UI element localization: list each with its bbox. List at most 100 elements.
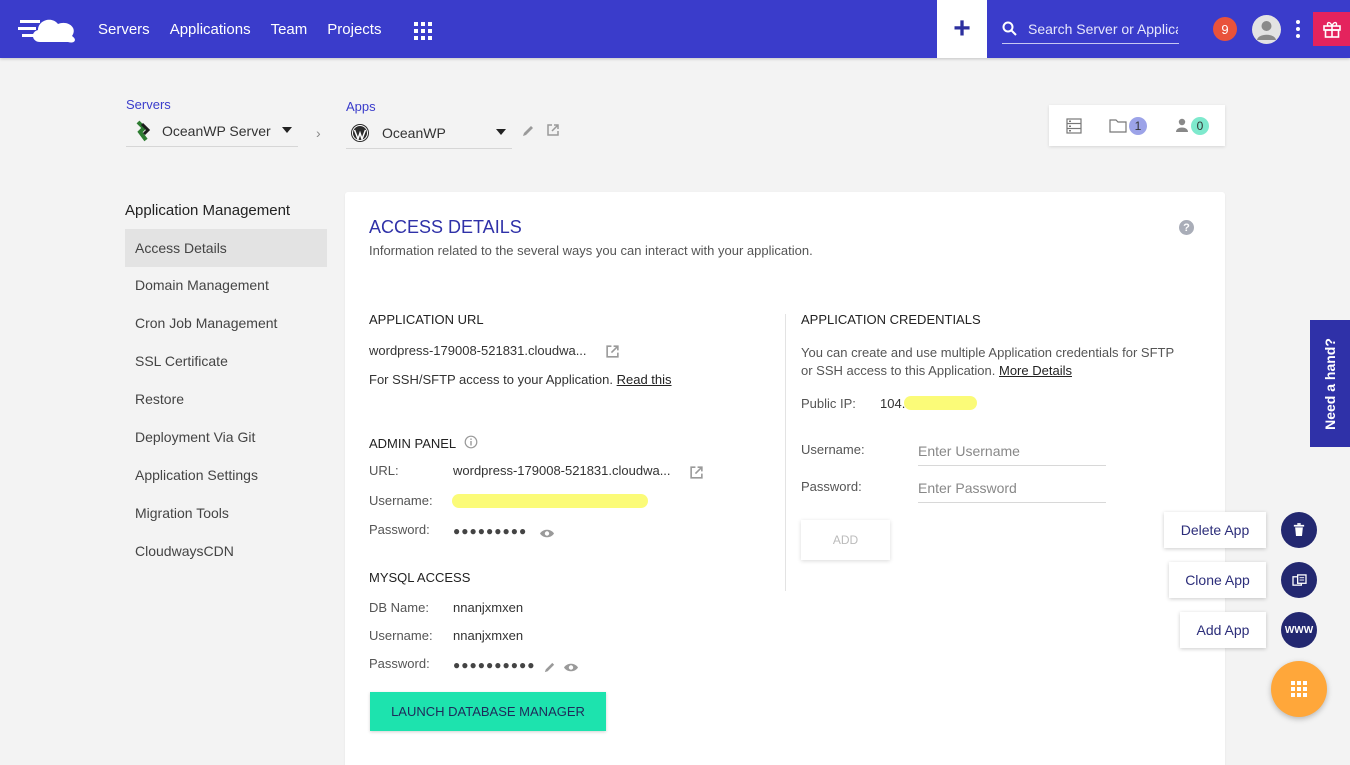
credentials-heading: APPLICATION CREDENTIALS (801, 312, 981, 327)
help-icon[interactable]: ? (1179, 220, 1194, 235)
trash-icon[interactable] (1281, 512, 1317, 548)
app-url-link[interactable]: wordpress-179008-521831.cloudwa... (369, 343, 587, 358)
nav-servers[interactable]: Servers (98, 21, 150, 38)
search-input[interactable] (1028, 18, 1178, 40)
sidebar-item-restore[interactable]: Restore (125, 380, 327, 418)
search-bar (1002, 14, 1179, 44)
credentials-text: or SSH access to this Application. (801, 363, 996, 378)
eye-icon[interactable] (563, 662, 579, 673)
search-icon (1002, 21, 1017, 36)
server-name: OceanWP Server (162, 122, 271, 139)
server-list-icon[interactable] (1066, 118, 1082, 134)
servers-label: Servers (126, 97, 171, 112)
app-name: OceanWP (382, 124, 446, 141)
server-select[interactable]: OceanWP Server (126, 115, 298, 147)
chevron-right-icon: › (316, 125, 321, 141)
user-icon[interactable] (1175, 118, 1189, 133)
access-details-card: ACCESS DETAILS Information related to th… (345, 192, 1225, 765)
cred-password-label: Password: (801, 479, 862, 494)
sidebar-item-migration-tools[interactable]: Migration Tools (125, 494, 327, 532)
wordpress-icon (351, 123, 369, 142)
admin-username-redacted (452, 494, 648, 508)
cred-password-field (918, 473, 1106, 503)
admin-username-label: Username: (369, 493, 433, 508)
avatar[interactable] (1252, 15, 1281, 44)
sidebar-item-domain-management[interactable]: Domain Management (125, 266, 327, 304)
mysql-heading: MYSQL ACCESS (369, 570, 471, 585)
cred-password-input[interactable] (918, 473, 1106, 502)
cloudways-logo-icon[interactable] (18, 12, 80, 46)
db-username-value: nnanjxmxen (453, 628, 524, 643)
need-a-hand-tab[interactable]: Need a hand? (1310, 320, 1350, 447)
public-ip-redacted (904, 396, 977, 410)
credentials-text-line2: or SSH access to this Application. More … (801, 363, 1072, 378)
edit-pencil-icon[interactable] (521, 124, 535, 138)
app-select[interactable]: OceanWP (346, 117, 512, 149)
page-subtitle: Information related to the several ways … (369, 243, 813, 258)
sidebar-title: Application Management (125, 202, 291, 219)
admin-password-value: ●●●●●●●●● (453, 524, 528, 538)
folder-icon[interactable] (1109, 118, 1127, 133)
credentials-text-line1: You can create and use multiple Applicat… (801, 345, 1175, 360)
public-ip-value: 104. (880, 396, 906, 411)
info-icon[interactable] (464, 435, 478, 449)
admin-url-link[interactable]: wordpress-179008-521831.cloudwa... (453, 463, 671, 478)
external-link-icon[interactable] (546, 123, 560, 137)
page-title: ACCESS DETAILS (369, 217, 522, 237)
main-nav: Servers Applications Team Projects (98, 0, 381, 58)
nav-projects[interactable]: Projects (327, 21, 381, 38)
public-ip-label: Public IP: (801, 396, 856, 411)
sidebar-item-cron-job-management[interactable]: Cron Job Management (125, 304, 327, 342)
user-icon (1257, 21, 1276, 40)
apps-grid-icon[interactable] (414, 22, 432, 40)
db-password-value: ●●●●●●●●●● (453, 658, 536, 672)
gift-icon[interactable] (1313, 12, 1350, 46)
sidebar-item-ssl-certificate[interactable]: SSL Certificate (125, 342, 327, 380)
nav-applications[interactable]: Applications (170, 21, 251, 38)
edit-pencil-icon[interactable] (543, 661, 556, 674)
add-button[interactable]: + (937, 0, 987, 58)
server-icon (136, 120, 151, 141)
sidebar-item-deployment-via-git[interactable]: Deployment Via Git (125, 418, 327, 456)
top-bar: Servers Applications Team Projects + 9 (0, 0, 1350, 58)
cred-username-label: Username: (801, 442, 865, 457)
apps-label: Apps (346, 99, 376, 114)
add-credential-button[interactable]: ADD (801, 520, 890, 560)
admin-password-label: Password: (369, 522, 430, 537)
db-name-label: DB Name: (369, 600, 429, 615)
more-details-link[interactable]: More Details (999, 363, 1072, 378)
admin-url-label: URL: (369, 463, 399, 478)
user-count-badge: 0 (1191, 117, 1209, 135)
ssh-access-text: For SSH/SFTP access to your Application.… (369, 372, 672, 387)
sidebar-item-application-settings[interactable]: Application Settings (125, 456, 327, 494)
ssh-text: For SSH/SFTP access to your Application. (369, 372, 613, 387)
sidebar-item-access-details[interactable]: Access Details (125, 229, 327, 267)
grid-icon (1291, 681, 1307, 697)
admin-panel-heading: ADMIN PANEL (369, 436, 457, 451)
app-url-heading: APPLICATION URL (369, 312, 484, 327)
www-icon[interactable]: WWW (1281, 612, 1317, 648)
more-menu-icon[interactable] (1295, 20, 1301, 38)
db-username-label: Username: (369, 628, 433, 643)
quick-actions-box: 1 0 (1049, 105, 1225, 146)
column-divider (785, 314, 786, 591)
apps-grid-fab-button[interactable] (1271, 661, 1327, 717)
db-name-value: nnanjxmxen (453, 600, 524, 615)
eye-icon[interactable] (539, 528, 555, 539)
delete-app-button[interactable]: Delete App (1164, 512, 1266, 548)
cred-username-field (918, 436, 1106, 466)
notification-badge[interactable]: 9 (1213, 17, 1237, 41)
read-this-link[interactable]: Read this (617, 372, 672, 387)
add-app-button[interactable]: Add App (1180, 612, 1266, 648)
need-a-hand-label: Need a hand? (1322, 337, 1339, 430)
external-link-icon[interactable] (605, 344, 620, 359)
cred-username-input[interactable] (918, 436, 1106, 465)
chevron-down-icon (496, 129, 506, 135)
nav-team[interactable]: Team (271, 21, 308, 38)
clone-icon[interactable] (1281, 562, 1317, 598)
clone-app-button[interactable]: Clone App (1169, 562, 1266, 598)
launch-database-manager-button[interactable]: LAUNCH DATABASE MANAGER (370, 692, 606, 731)
sidebar-item-cloudwayscdn[interactable]: CloudwaysCDN (125, 532, 327, 570)
chevron-down-icon (282, 127, 292, 133)
external-link-icon[interactable] (689, 465, 704, 480)
